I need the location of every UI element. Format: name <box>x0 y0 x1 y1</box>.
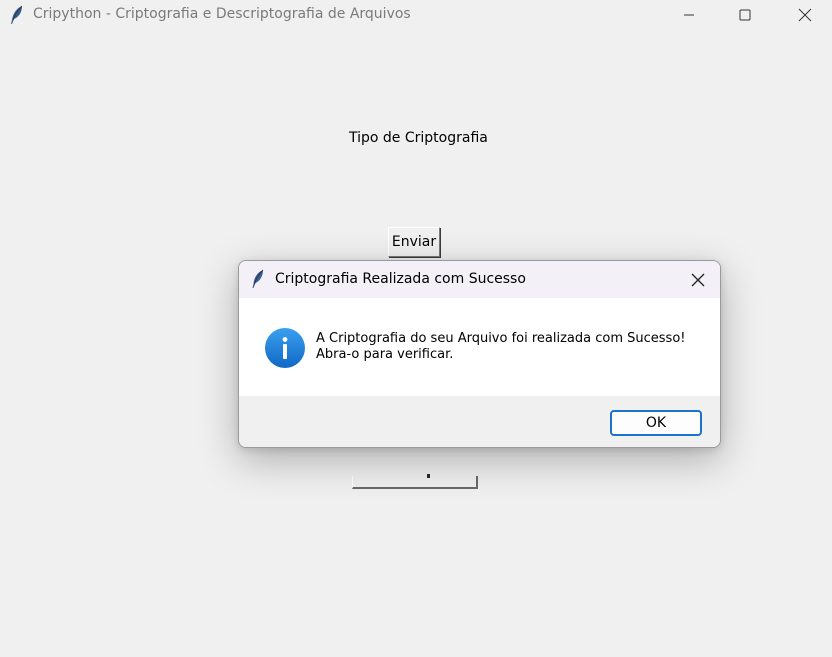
minimize-button[interactable] <box>666 0 712 30</box>
dialog-titlebar[interactable]: Criptografia Realizada com Sucesso <box>239 261 720 298</box>
dialog-message-line-1: A Criptografia do seu Arquivo foi realiz… <box>316 331 686 346</box>
maximize-button[interactable] <box>722 0 768 30</box>
message-dialog: Criptografia Realizada com Sucesso A Cri… <box>238 260 721 448</box>
info-icon <box>264 327 306 369</box>
ok-button[interactable]: OK <box>610 410 702 436</box>
dialog-footer: OK <box>239 396 720 447</box>
dialog-title: Criptografia Realizada com Sucesso <box>275 271 526 287</box>
close-icon <box>798 8 812 22</box>
maximize-icon <box>739 9 751 21</box>
window-title: Cripython - Criptografia e Descriptograf… <box>33 6 411 22</box>
dialog-message: A Criptografia do seu Arquivo foi realiz… <box>316 331 686 363</box>
close-window-button[interactable] <box>782 0 828 30</box>
encryption-type-label: Tipo de Criptografia <box>349 130 488 146</box>
feather-icon <box>251 269 265 289</box>
obscured-button-lower[interactable] <box>352 474 478 489</box>
minimize-icon <box>684 14 694 16</box>
close-icon <box>691 273 705 287</box>
feather-icon <box>9 5 25 25</box>
dialog-message-line-2: Abra-o para verificar. <box>316 347 454 362</box>
send-button[interactable]: Enviar <box>388 227 440 257</box>
obscured-text-fragment <box>427 474 430 478</box>
window-titlebar[interactable]: Cripython - Criptografia e Descriptograf… <box>0 0 832 30</box>
dialog-close-button[interactable] <box>685 267 711 293</box>
dialog-body: A Criptografia do seu Arquivo foi realiz… <box>239 298 720 396</box>
main-window: Cripython - Criptografia e Descriptograf… <box>0 0 832 657</box>
